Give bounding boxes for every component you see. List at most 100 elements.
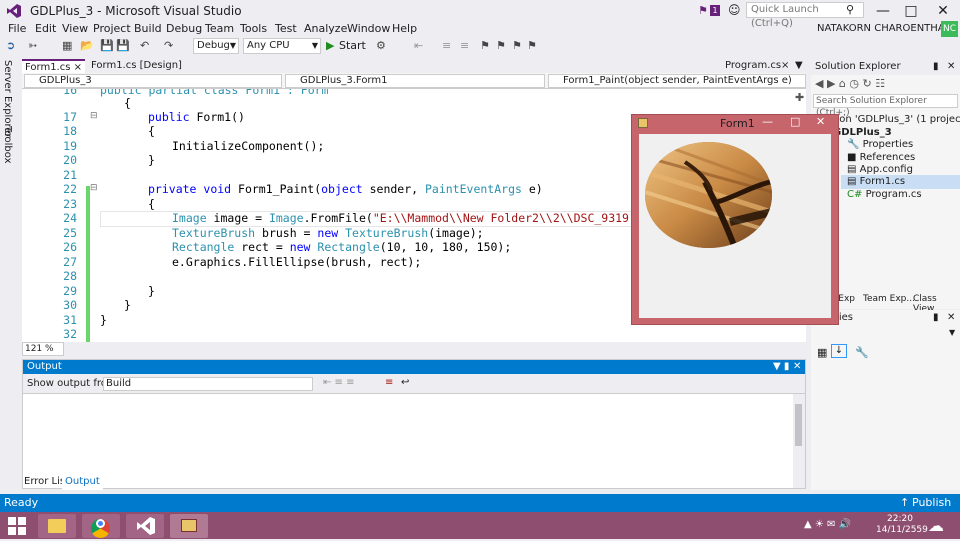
code-text: image = [206,211,269,225]
clock-date[interactable]: 14/11/2559 [876,525,928,535]
menu-tools[interactable]: Tools [238,22,269,38]
word-wrap-icon[interactable]: ↩ [401,377,409,388]
save-all-icon[interactable]: 💾 [116,38,130,54]
menu-analyze[interactable]: Analyze [302,22,349,38]
toolbox-tab[interactable]: Toolbox [2,126,13,164]
split-view-icon[interactable]: ✚ [795,91,804,104]
feedback-icon[interactable]: ☺ [728,3,741,17]
close-icon[interactable]: × [74,62,82,73]
tab-list-icon[interactable]: ▼ [792,59,806,73]
form-minimize-button[interactable]: — [762,115,773,128]
class-dropdown[interactable]: GDLPlus_3.Form1 [285,74,545,88]
output-source-select[interactable]: Build [103,377,313,391]
tree-item-app-config[interactable]: ▤ App.config [847,164,913,175]
platform-select[interactable]: Any CPU ▼ [243,38,321,54]
menu-help[interactable]: Help [390,22,419,38]
visual-studio-taskbar-icon[interactable] [126,514,164,538]
undo-icon[interactable]: ↶ [140,38,149,54]
member-dropdown[interactable]: Form1_Paint(object sender, PaintEventArg… [548,74,806,88]
maximize-button[interactable]: □ [898,0,924,22]
collapse-icon[interactable]: ⊟ [90,111,98,121]
close-icon[interactable]: × [778,59,792,73]
menu-debug[interactable]: Debug [164,22,204,38]
publish-button[interactable]: Publish [912,494,951,512]
file-explorer-icon[interactable] [38,514,76,538]
attach-icon[interactable]: ⚙ [376,38,386,54]
alphabetical-icon[interactable]: ↓ [831,344,847,358]
bookmark-prev-icon[interactable]: ⚑ [496,38,506,54]
property-pages-icon[interactable]: 🔧 [855,346,869,359]
code-line-24: Image image = Image.FromFile("E:\\Mammod… [172,211,677,225]
tab-program-cs[interactable]: Program.cs [722,59,784,73]
pin-icon[interactable]: ▮ [933,59,939,75]
solution-explorer-title: Solution Explorer ▮ ✕ [811,59,960,75]
pin-icon[interactable]: ▮ [933,312,939,323]
new-project-icon[interactable]: ▦ [62,38,72,54]
chrome-icon[interactable] [82,514,120,538]
menu-project[interactable]: Project [91,22,133,38]
clear-all-icon[interactable]: ≡ [385,377,393,388]
form-maximize-button[interactable]: □ [790,115,800,128]
form-app-taskbar-icon[interactable] [170,514,208,538]
tab-form1-cs[interactable]: Form1.cs × [22,59,86,73]
tab-form1-design[interactable]: Form1.cs [Design] [88,59,185,73]
solution-toolbar-icons[interactable]: ◀ ▶ ⌂ ◷ ↻ ☷ [815,77,885,90]
tab-output[interactable]: Output [62,474,103,490]
form1-window[interactable]: Form1 — □ ✕ [631,114,839,325]
categorized-icon[interactable]: ▦ [817,346,827,359]
notification-flag-icon[interactable]: ⚑ [698,4,708,17]
step-icon[interactable]: ⇤ [414,38,423,54]
bookmark-icon[interactable]: ⚑ [480,38,490,54]
scrollbar-thumb[interactable] [795,404,802,446]
menu-view[interactable]: View [60,22,90,38]
windows-start-icon[interactable] [8,517,26,538]
tab-team-explorer[interactable]: Team Exp... [863,294,915,304]
tree-project[interactable]: GDLPlus_3 [833,127,892,138]
indent-icon[interactable]: ≡ [442,38,451,54]
menu-file[interactable]: File [6,22,28,38]
tree-item-form1-cs[interactable]: ▤ Form1.cs [847,176,905,187]
bookmark-clear-icon[interactable]: ⚑ [527,38,537,54]
solution-search-input[interactable]: Search Solution Explorer (Ctrl+;) [813,94,958,118]
notification-count[interactable]: 1 [710,5,720,16]
menu-window[interactable]: Window [345,22,392,38]
bookmark-next-icon[interactable]: ⚑ [512,38,522,54]
project-dropdown[interactable]: GDLPlus_3 [24,74,282,88]
form-close-button[interactable]: ✕ [816,115,825,128]
save-icon[interactable]: 💾 [100,38,114,54]
zoom-dropdown[interactable]: 121 % [22,342,64,356]
menu-build[interactable]: Build [132,22,164,38]
clock-time[interactable]: 22:20 [880,514,920,524]
line-number: 21 [63,168,77,182]
redo-icon[interactable]: ↷ [164,38,173,54]
tree-item-properties[interactable]: 🔧 Properties [847,139,913,150]
tree-item-program-cs[interactable]: C# Program.cs [847,189,922,200]
notification-center-icon[interactable]: ☁ [928,516,944,535]
close-icon[interactable]: ✕ [947,312,955,323]
pin-icon[interactable]: ▼ ▮ [773,360,789,374]
tray-icons[interactable]: ▲ ☀ ✉ 🔊 [804,519,851,530]
menu-edit[interactable]: Edit [33,22,58,38]
minimize-button[interactable]: — [870,0,896,22]
chevron-down-icon[interactable]: ▼ [949,328,955,337]
forward-icon[interactable]: ➳ [28,38,37,54]
menu-test[interactable]: Test [273,22,299,38]
type-name: Image [268,211,304,225]
close-icon[interactable]: ✕ [947,59,955,75]
menu-team[interactable]: Team [203,22,236,38]
close-button[interactable]: ✕ [930,0,956,22]
open-folder-icon[interactable]: 📂 [80,38,94,54]
close-icon[interactable]: ✕ [793,360,801,374]
avatar[interactable]: NC [941,21,958,37]
references-icon: ■ [847,152,857,163]
start-button[interactable]: Start [339,38,366,54]
play-icon[interactable]: ▶ [326,38,334,54]
user-name[interactable]: NATAKORN CHAROENTHAM [817,22,953,36]
form1-client-area[interactable] [639,134,831,318]
outdent-icon[interactable]: ≡ [460,38,469,54]
tree-item-references[interactable]: ■ References [847,152,915,163]
find-icon[interactable]: ⇤ ≡ ≡ [323,377,355,388]
collapse-icon[interactable]: ⊟ [90,183,98,193]
back-icon[interactable]: ➲ [6,38,15,54]
configuration-select[interactable]: Debug ▼ [193,38,239,54]
